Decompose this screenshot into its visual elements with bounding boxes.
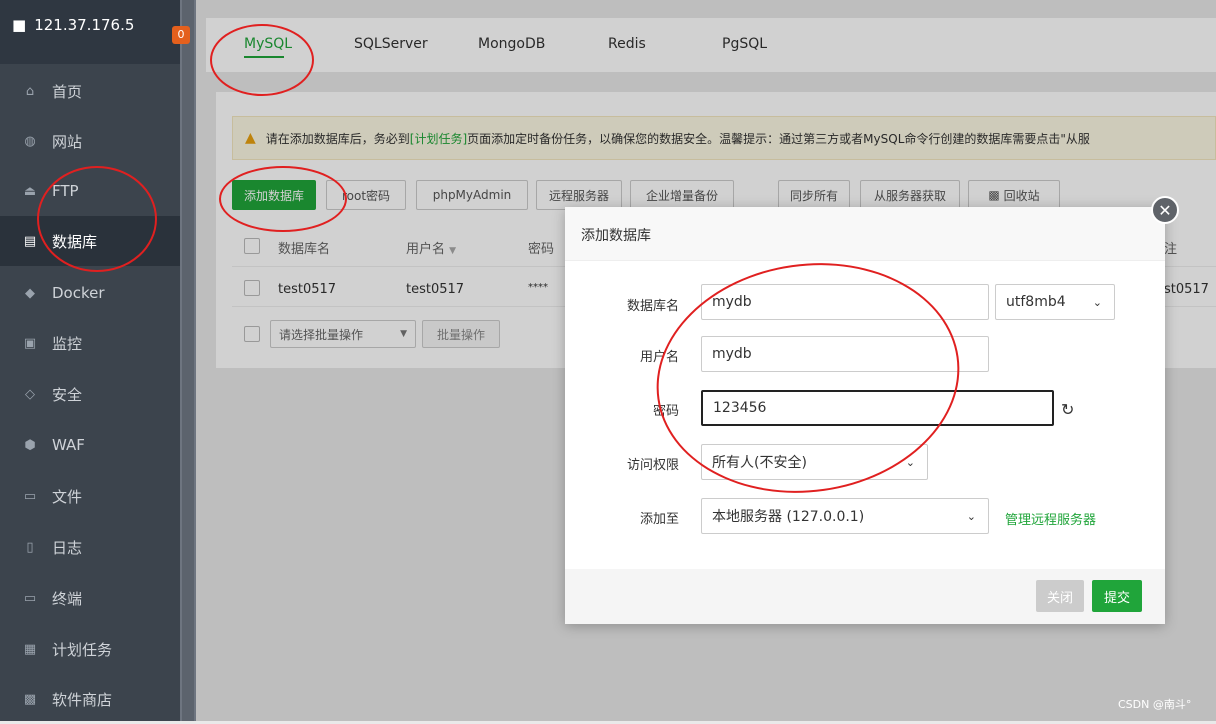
- server-icon: ■: [12, 16, 27, 34]
- add-to-value: 本地服务器 (127.0.0.1): [712, 509, 865, 525]
- shield-icon: ◇: [25, 386, 35, 402]
- sidebar-item-label: 文件: [52, 487, 83, 506]
- sidebar-item-appstore[interactable]: ▩ 软件商店: [0, 674, 180, 724]
- charset-value: utf8mb4: [1006, 294, 1066, 310]
- password-input[interactable]: 123456: [701, 390, 1054, 426]
- globe-icon: ◍: [24, 133, 36, 149]
- manage-remote-link[interactable]: 管理远程服务器: [1005, 509, 1096, 528]
- server-ip-label: 121.37.176.5: [34, 16, 135, 34]
- database-icon: ▤: [23, 233, 37, 249]
- charset-select[interactable]: utf8mb4 ⌄: [995, 284, 1115, 320]
- chevron-down-icon: ⌄: [966, 509, 976, 523]
- sidebar-scrollbar[interactable]: [180, 0, 196, 721]
- waf-icon: ⬢: [24, 437, 36, 453]
- terminal-icon: ▭: [23, 590, 37, 606]
- username-input[interactable]: mydb: [701, 336, 989, 372]
- db-name-label: 数据库名: [626, 299, 679, 314]
- server-ip[interactable]: ■ 121.37.176.5: [12, 16, 134, 34]
- sidebar-item-security[interactable]: ◇ 安全: [0, 369, 180, 419]
- sidebar-item-label: 数据库: [52, 232, 98, 251]
- scrollbar-thumb[interactable]: [182, 0, 194, 721]
- sidebar-item-label: 监控: [52, 334, 83, 353]
- sidebar-item-label: FTP: [52, 182, 79, 200]
- access-label: 访问权限: [626, 458, 679, 473]
- server-header: ■ 121.37.176.5: [0, 0, 180, 64]
- dialog-title: 添加数据库: [581, 228, 651, 244]
- sidebar-item-label: Docker: [52, 284, 105, 302]
- dialog-header: 添加数据库: [565, 207, 1165, 261]
- close-button[interactable]: 关闭: [1036, 580, 1084, 612]
- chevron-down-icon: ⌄: [1092, 295, 1102, 309]
- sidebar-item-monitor[interactable]: ▣ 监控: [0, 318, 180, 368]
- close-icon[interactable]: ✕: [1151, 196, 1179, 224]
- db-name-input[interactable]: mydb: [701, 284, 989, 320]
- home-icon: ⌂: [25, 83, 35, 99]
- sidebar-item-cron[interactable]: ▦ 计划任务: [0, 624, 180, 674]
- watermark: CSDN @南斗°: [1118, 698, 1192, 711]
- sidebar-item-label: WAF: [52, 436, 85, 454]
- log-icon: ▯: [26, 539, 34, 555]
- sidebar-item-logs[interactable]: ▯ 日志: [0, 522, 180, 572]
- password-label: 密码: [652, 404, 679, 419]
- add-database-dialog: 添加数据库 数据库名 mydb utf8mb4 ⌄ 用户名 mydb 密码 12…: [565, 207, 1165, 624]
- refresh-icon[interactable]: ↻: [1061, 400, 1074, 419]
- sidebar-item-docker[interactable]: ◆ Docker: [0, 268, 180, 318]
- add-to-label: 添加至: [639, 512, 679, 527]
- submit-button[interactable]: 提交: [1092, 580, 1142, 612]
- sidebar-item-label: 终端: [52, 589, 83, 608]
- username-label: 用户名: [639, 350, 679, 365]
- sidebar-item-files[interactable]: ▭ 文件: [0, 471, 180, 521]
- access-value: 所有人(不安全): [712, 455, 807, 471]
- sidebar-item-label: 日志: [52, 538, 83, 557]
- access-select[interactable]: 所有人(不安全) ⌄: [701, 444, 928, 480]
- chevron-down-icon: ⌄: [905, 455, 915, 469]
- sidebar-item-label: 安全: [52, 385, 83, 404]
- sidebar-item-label: 计划任务: [52, 640, 113, 659]
- sidebar-item-website[interactable]: ◍ 网站: [0, 116, 180, 166]
- docker-icon: ◆: [25, 285, 35, 301]
- sidebar-item-label: 首页: [52, 82, 83, 101]
- calendar-icon: ▦: [23, 641, 37, 657]
- add-to-select[interactable]: 本地服务器 (127.0.0.1) ⌄: [701, 498, 989, 534]
- sidebar-item-ftp[interactable]: ⏏ FTP: [0, 166, 180, 216]
- sidebar-item-home[interactable]: ⌂ 首页: [0, 66, 180, 116]
- apps-icon: ▩: [23, 691, 37, 707]
- sidebar-item-label: 网站: [52, 132, 83, 151]
- monitor-icon: ▣: [23, 335, 37, 351]
- ftp-icon: ⏏: [23, 183, 37, 199]
- sidebar-item-terminal[interactable]: ▭ 终端: [0, 573, 180, 623]
- notification-badge[interactable]: 0: [172, 26, 190, 44]
- sidebar-item-waf[interactable]: ⬢ WAF: [0, 420, 180, 470]
- sidebar: ■ 121.37.176.5 ⌂ 首页 ◍ 网站 ⏏ FTP ▤ 数据库 ◆ Docker…: [0, 0, 180, 721]
- folder-icon: ▭: [23, 488, 37, 504]
- sidebar-item-database[interactable]: ▤ 数据库: [0, 216, 180, 266]
- sidebar-item-label: 软件商店: [52, 690, 113, 709]
